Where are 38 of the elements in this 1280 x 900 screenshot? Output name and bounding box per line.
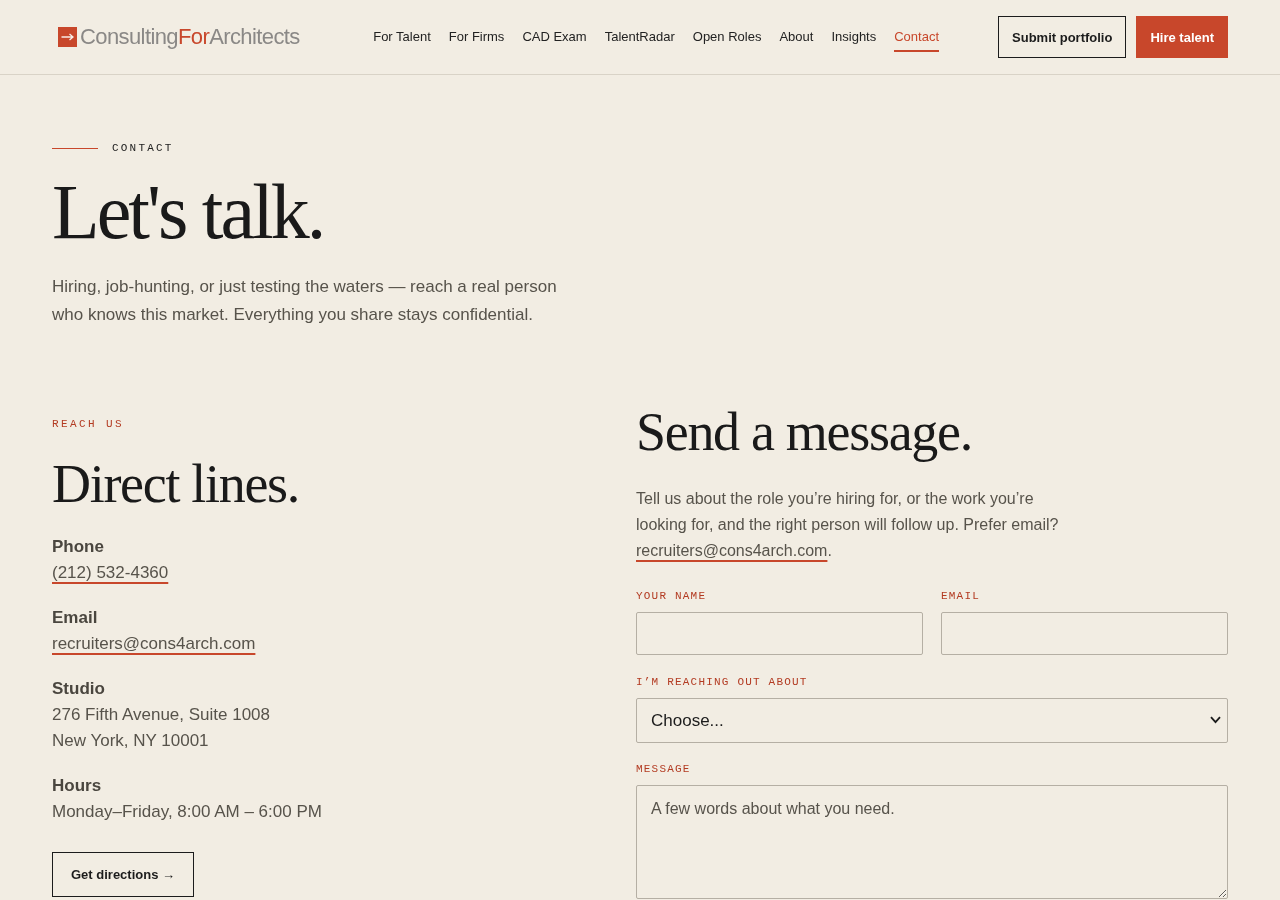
email-link[interactable]: recruiters@cons4arch.com (52, 631, 256, 657)
hire-talent-button[interactable]: Hire talent (1136, 16, 1228, 58)
detail-label: Studio (52, 678, 105, 700)
nav-link[interactable]: About (779, 22, 814, 52)
phone-link[interactable]: (212) 532-4360 (52, 560, 169, 586)
field-label: I’M REACHING OUT ABOUT (636, 675, 808, 689)
intro-text: Hiring, job-hunting, or just testing the waters — reach a real person who knows this market. Everything you share stays confidential. (52, 276, 558, 326)
detail-label: Phone (52, 536, 104, 558)
detail-text: New York, NY 10001 (52, 730, 209, 752)
topic-dropdown[interactable]: Choose... (636, 698, 1228, 743)
section-eyebrow: REACH US (52, 417, 124, 431)
nav-link[interactable]: Open Roles (692, 22, 762, 52)
field-label: YOUR NAME (636, 589, 707, 603)
nav-link[interactable]: For Firms (448, 22, 505, 52)
detail-text: Monday–Friday, 8:00 AM – 6:00 PM (52, 801, 322, 823)
detail-text: 276 Fifth Avenue, Suite 1008 (52, 704, 271, 726)
nav-link[interactable]: CAD Exam (522, 22, 587, 52)
page-title: Let's talk. (52, 173, 324, 251)
detail-label: Email (52, 607, 98, 629)
field-label: EMAIL (941, 589, 980, 603)
logo-wordmark[interactable]: ConsultingForArchitects (80, 24, 300, 50)
get-directions-button[interactable]: Get directions → (52, 852, 195, 897)
field-label: MESSAGE (636, 762, 691, 776)
chevron-down-icon (1210, 716, 1221, 724)
message-field[interactable]: A few words about what you need. (636, 785, 1228, 899)
nav-link[interactable]: Insights (831, 22, 877, 52)
section-title: Send a message. (636, 403, 972, 462)
submit-portfolio-button[interactable]: Submit portfolio (998, 16, 1127, 58)
nav-link[interactable]: Contact (894, 22, 940, 52)
intro-text: Tell us about the role you’re hiring for, or the work you’re looking for, and the right person will follow up. Prefer email? recruiters@cons4arch.com. (636, 489, 1060, 561)
eyebrow-label: CONTACT (112, 141, 174, 155)
input-field[interactable] (941, 612, 1228, 655)
section-title: Direct lines. (52, 455, 299, 514)
input-field[interactable] (636, 612, 923, 655)
nav-link[interactable]: TalentRadar (604, 22, 675, 52)
nav-link[interactable]: For Talent (373, 22, 431, 52)
detail-label: Hours (52, 775, 102, 797)
email-link[interactable]: recruiters@cons4arch.com (636, 542, 828, 559)
